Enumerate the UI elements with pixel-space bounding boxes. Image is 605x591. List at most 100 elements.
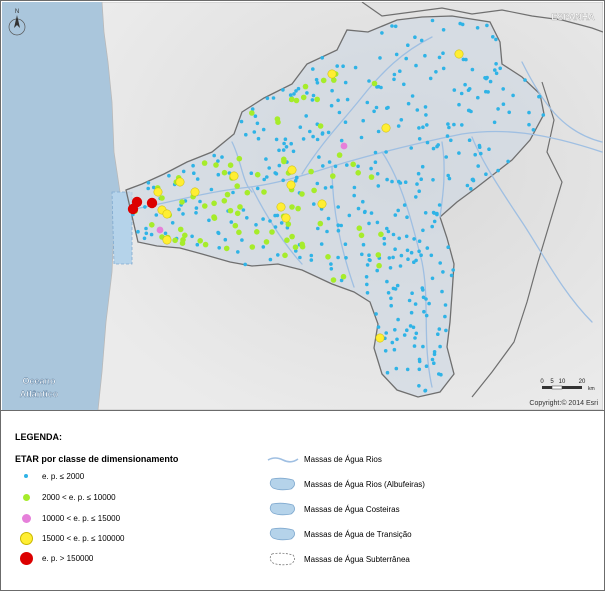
wwtp-point-small bbox=[449, 273, 454, 278]
wwtp-point-small bbox=[424, 313, 429, 318]
wwtp-point-small bbox=[339, 138, 344, 143]
wwtp-point-small bbox=[473, 152, 478, 157]
wwtp-point-small bbox=[501, 102, 506, 106]
wwtp-point-small bbox=[409, 146, 414, 150]
legend-water-transition-label: Massas de Água de Transição bbox=[304, 529, 412, 539]
wwtp-point-small bbox=[452, 88, 457, 92]
wwtp-point-small bbox=[447, 176, 452, 181]
wwtp-point-small bbox=[432, 219, 437, 224]
wwtp-point-small bbox=[326, 216, 331, 221]
wwtp-point-large bbox=[276, 202, 286, 212]
wwtp-point-medium bbox=[288, 96, 295, 103]
wwtp-point-small bbox=[386, 229, 391, 234]
wwtp-point-small bbox=[326, 130, 331, 135]
wwtp-point-small bbox=[365, 263, 370, 267]
wwtp-point-xlarge bbox=[127, 203, 139, 215]
wwtp-point-medium bbox=[159, 195, 165, 201]
wwtp-point-small bbox=[380, 31, 384, 35]
wwtp-point-small bbox=[484, 89, 488, 94]
wwtp-point-small bbox=[361, 199, 365, 204]
wwtp-point-small bbox=[317, 155, 321, 159]
legend-class-5: e. p. > 150000 bbox=[15, 551, 93, 565]
wwtp-point-medium bbox=[249, 244, 256, 250]
wwtp-point-small bbox=[444, 155, 449, 159]
wwtp-point-small bbox=[330, 88, 334, 93]
wwtp-point-small bbox=[496, 107, 500, 111]
wwtp-point-small bbox=[240, 238, 244, 242]
wwtp-point-small bbox=[311, 93, 316, 98]
wwtp-point-small bbox=[425, 246, 430, 250]
wwtp-point-small bbox=[423, 211, 428, 215]
wwtp-point-small bbox=[353, 65, 358, 70]
wwtp-point-small bbox=[392, 77, 396, 82]
wwtp-point-small bbox=[369, 166, 373, 171]
wwtp-point-small bbox=[361, 242, 366, 247]
wwtp-point-small bbox=[421, 295, 426, 300]
wwtp-point-small bbox=[216, 172, 221, 177]
wwtp-point-small bbox=[268, 257, 273, 262]
wwtp-point-medium bbox=[356, 225, 363, 231]
wwtp-point-small bbox=[314, 77, 319, 82]
wwtp-point-medium bbox=[300, 94, 307, 101]
wwtp-point-medium bbox=[234, 183, 240, 189]
wwtp-point-small bbox=[494, 71, 499, 76]
wwtp-point-small bbox=[429, 253, 434, 258]
wwtp-point-small bbox=[501, 87, 506, 91]
wwtp-point-small bbox=[452, 122, 456, 127]
wwtp-point-small bbox=[431, 146, 436, 151]
wwtp-point-small bbox=[417, 239, 422, 243]
wwtp-point-medium bbox=[317, 220, 324, 227]
wwtp-point-small bbox=[412, 260, 416, 265]
wwtp-point-small bbox=[403, 180, 408, 184]
wwtp-point-small bbox=[301, 137, 306, 141]
wwtp-point-small bbox=[198, 199, 202, 204]
wwtp-point-medium bbox=[202, 203, 208, 209]
wwtp-point-small bbox=[487, 147, 491, 151]
wwtp-point-small bbox=[494, 62, 498, 66]
wwtp-point-small bbox=[431, 178, 435, 182]
wwtp-point-small bbox=[420, 164, 425, 169]
wwtp-point-small bbox=[424, 113, 428, 117]
wwtp-point-small bbox=[136, 229, 140, 234]
wwtp-point-small bbox=[406, 101, 411, 106]
wwtp-point-medium bbox=[224, 191, 231, 198]
wwtp-point-small bbox=[293, 178, 298, 183]
wwtp-point-medium bbox=[232, 222, 239, 229]
wwtp-point-small bbox=[343, 80, 348, 85]
wwtp-point-small bbox=[463, 82, 467, 87]
wwtp-point-small bbox=[376, 184, 381, 188]
wwtp-point-small bbox=[430, 357, 435, 362]
wwtp-point-small bbox=[386, 291, 391, 295]
wwtp-point-small bbox=[320, 132, 325, 136]
wwtp-point-small bbox=[146, 186, 150, 191]
wwtp-point-small bbox=[391, 255, 395, 260]
wwtp-point-small bbox=[422, 309, 426, 314]
wwtp-point-small bbox=[336, 255, 340, 260]
wwtp-point-small bbox=[477, 145, 482, 149]
wwtp-point-small bbox=[423, 105, 428, 109]
wwtp-point-small bbox=[333, 164, 338, 169]
wwtp-point-small bbox=[190, 234, 194, 239]
legend-class-1-label: e. p. ≤ 2000 bbox=[42, 471, 85, 481]
wwtp-point-small bbox=[457, 151, 461, 155]
wwtp-point-small bbox=[167, 173, 171, 178]
wwtp-point-small bbox=[382, 242, 387, 246]
wwtp-point-small bbox=[341, 64, 345, 68]
wwtp-point-medium bbox=[330, 277, 337, 283]
wwtp-point-medium bbox=[314, 96, 321, 103]
wwtp-point-small bbox=[398, 264, 403, 268]
wwtp-point-small bbox=[356, 206, 361, 211]
wwtp-point-small bbox=[385, 370, 390, 375]
wwtp-point-medium bbox=[221, 198, 228, 204]
wwtp-point-small bbox=[438, 344, 442, 349]
wwtp-point-small bbox=[417, 367, 422, 372]
wwtp-point-small bbox=[475, 26, 480, 30]
wwtp-point-medium bbox=[227, 207, 234, 214]
wwtp-point-small bbox=[395, 337, 399, 342]
legend-water-coastal: Massas de Água Costeiras bbox=[266, 501, 400, 517]
wwtp-point-small bbox=[404, 56, 409, 61]
wwtp-point-small bbox=[273, 225, 278, 229]
wwtp-point-large bbox=[162, 235, 172, 245]
wwtp-point-small bbox=[441, 51, 445, 55]
wwtp-point-small bbox=[407, 298, 412, 303]
